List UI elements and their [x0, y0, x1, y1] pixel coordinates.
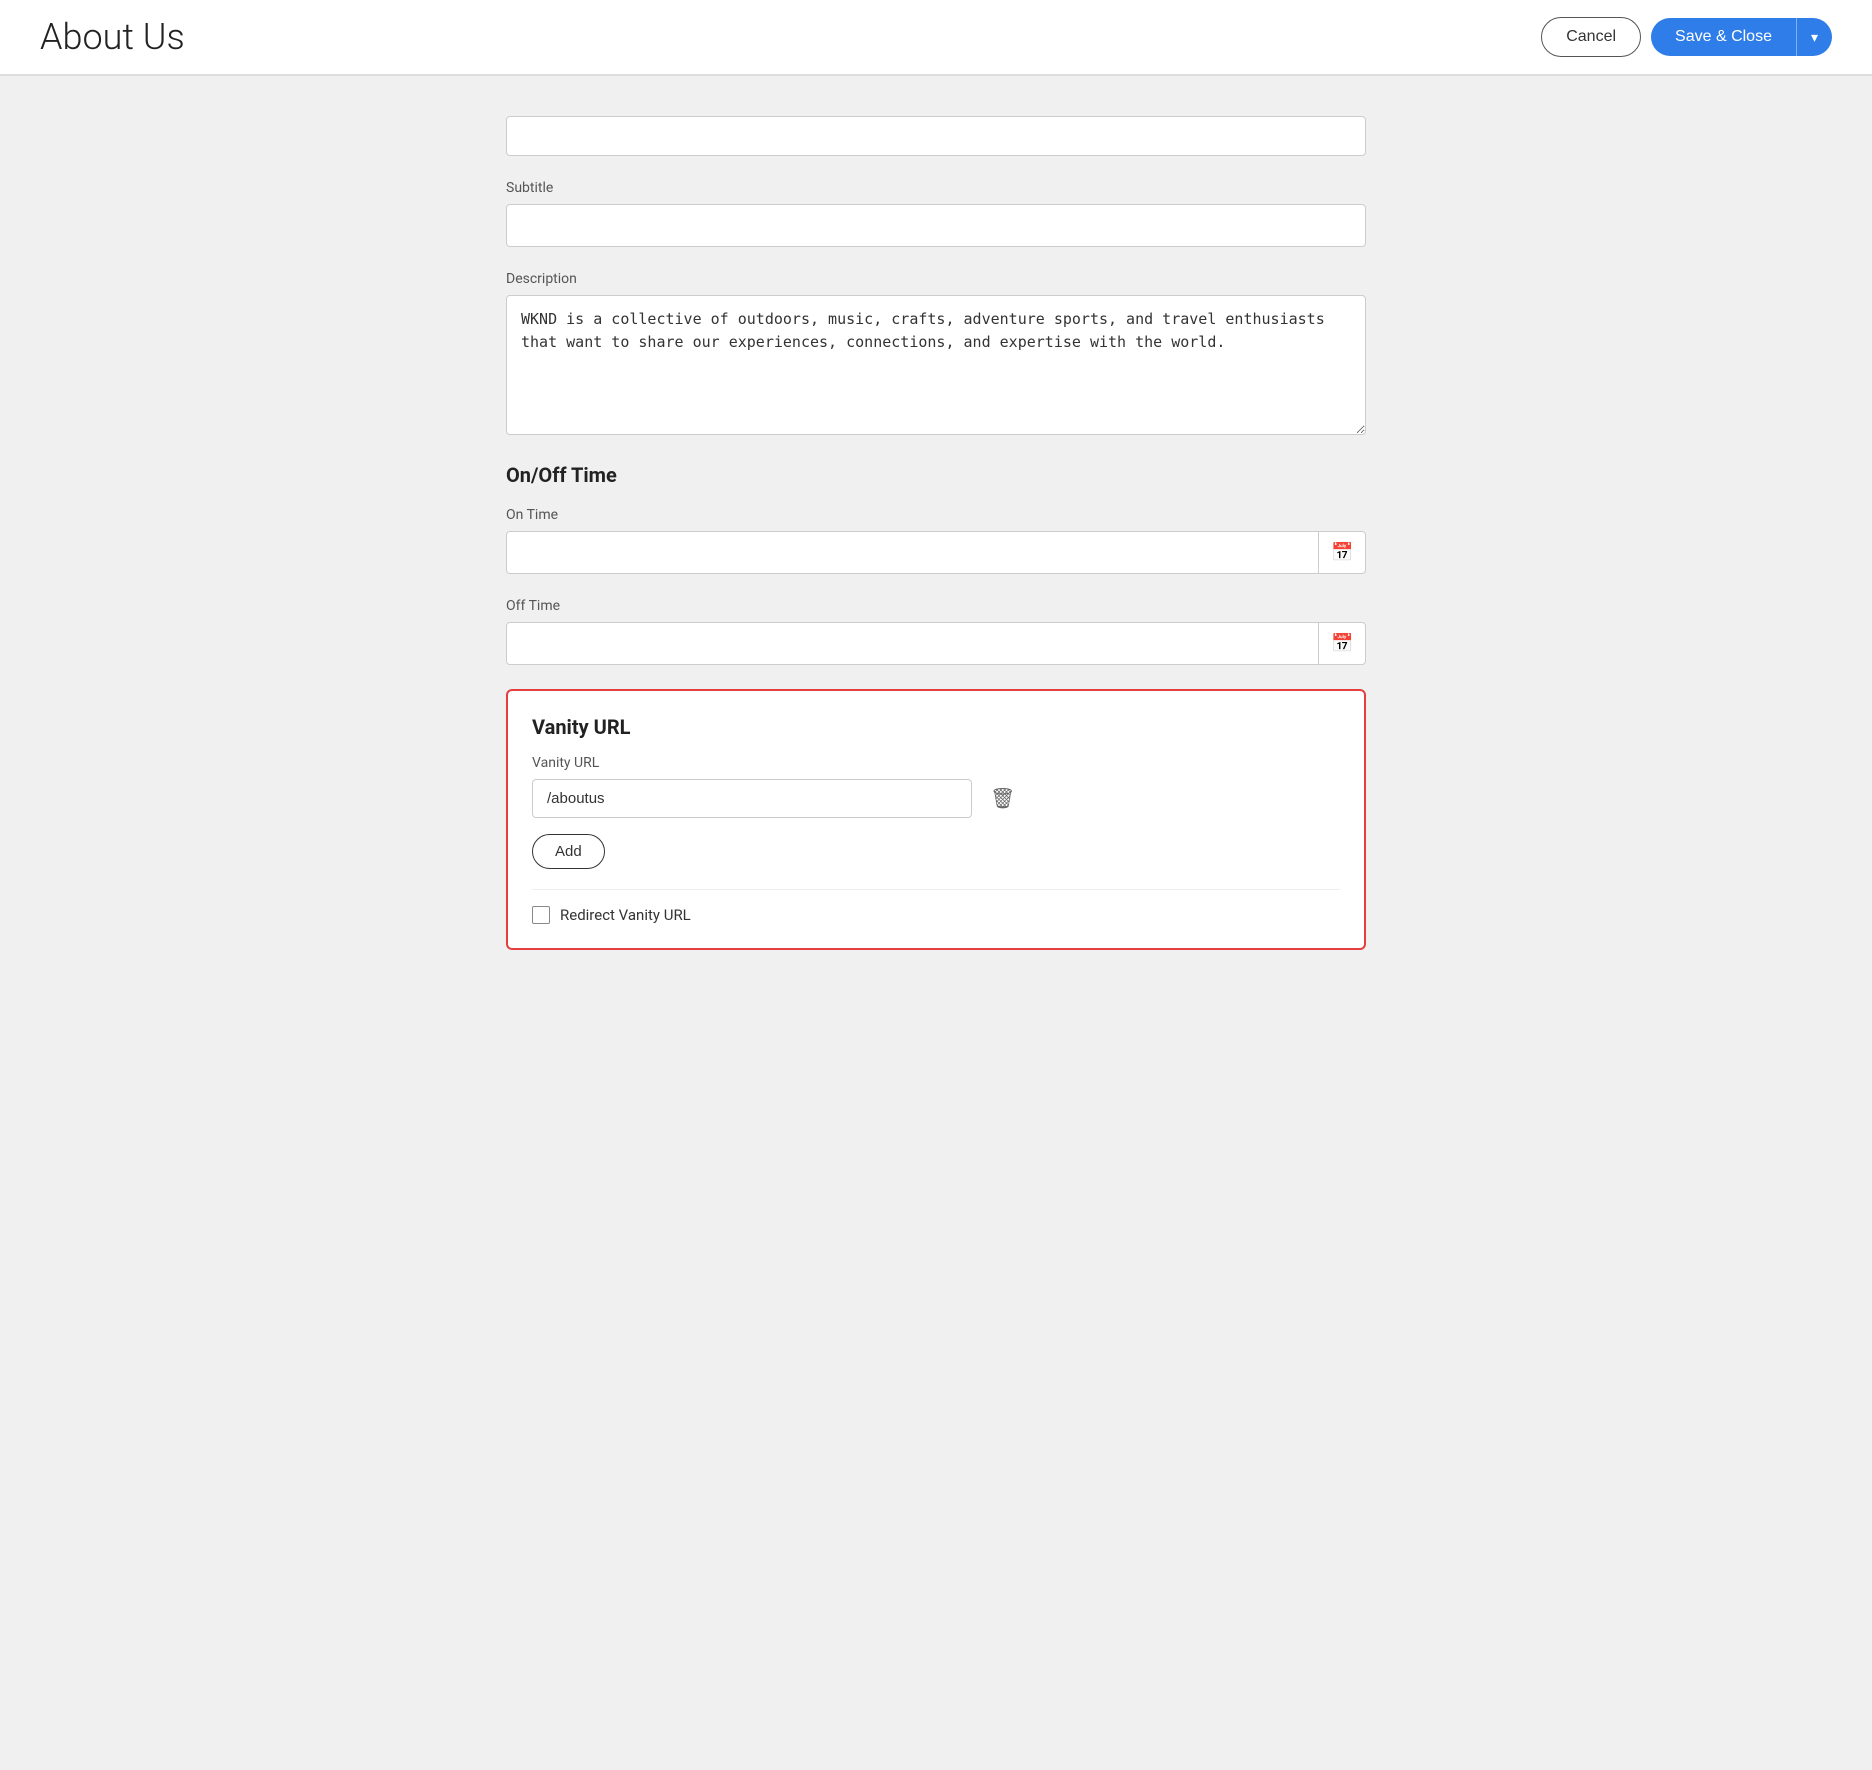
main-content: Subtitle Description WKND is a collectiv…	[486, 76, 1386, 990]
save-close-group: Save & Close ▾	[1651, 18, 1832, 56]
cancel-button[interactable]: Cancel	[1541, 17, 1641, 57]
calendar-icon: 📅	[1331, 542, 1353, 563]
subtitle-section: Subtitle	[506, 180, 1366, 247]
vanity-url-heading: Vanity URL	[532, 715, 1340, 739]
on-time-input-wrapper: 📅	[506, 531, 1366, 574]
vanity-url-input[interactable]	[532, 779, 972, 818]
calendar-icon-2: 📅	[1331, 633, 1353, 654]
off-time-calendar-button[interactable]: 📅	[1318, 622, 1366, 665]
vanity-url-section: Vanity URL Vanity URL 🗑 Add Redirect Van…	[506, 689, 1366, 950]
vanity-url-row: 🗑	[532, 779, 1340, 818]
on-off-time-section: On/Off Time On Time 📅 Off Time 📅	[506, 463, 1366, 665]
save-dropdown-button[interactable]: ▾	[1796, 18, 1832, 56]
top-partial-input	[506, 116, 1366, 156]
chevron-down-icon: ▾	[1811, 29, 1818, 45]
header-actions: Cancel Save & Close ▾	[1541, 17, 1832, 57]
redirect-vanity-url-label[interactable]: Redirect Vanity URL	[560, 906, 691, 924]
on-time-input[interactable]	[506, 531, 1366, 574]
subtitle-label: Subtitle	[506, 180, 1366, 196]
off-time-input[interactable]	[506, 622, 1366, 665]
save-close-button[interactable]: Save & Close	[1651, 18, 1796, 56]
trash-icon: 🗑	[990, 788, 1015, 810]
off-time-field: Off Time 📅	[506, 598, 1366, 665]
on-time-label: On Time	[506, 507, 1366, 523]
off-time-input-wrapper: 📅	[506, 622, 1366, 665]
description-label: Description	[506, 271, 1366, 287]
redirect-vanity-url-checkbox[interactable]	[532, 906, 550, 924]
vanity-url-label: Vanity URL	[532, 755, 1340, 771]
add-vanity-url-button[interactable]: Add	[532, 834, 605, 869]
redirect-row: Redirect Vanity URL	[532, 889, 1340, 924]
on-time-field: On Time 📅	[506, 507, 1366, 574]
subtitle-input[interactable]	[506, 204, 1366, 247]
on-time-calendar-button[interactable]: 📅	[1318, 531, 1366, 574]
description-section: Description WKND is a collective of outd…	[506, 271, 1366, 439]
delete-vanity-url-button[interactable]: 🗑	[984, 780, 1021, 817]
page-title: About Us	[40, 16, 185, 58]
page-header: About Us Cancel Save & Close ▾	[0, 0, 1872, 75]
on-off-time-heading: On/Off Time	[506, 463, 1366, 487]
off-time-label: Off Time	[506, 598, 1366, 614]
description-textarea[interactable]: WKND is a collective of outdoors, music,…	[506, 295, 1366, 435]
